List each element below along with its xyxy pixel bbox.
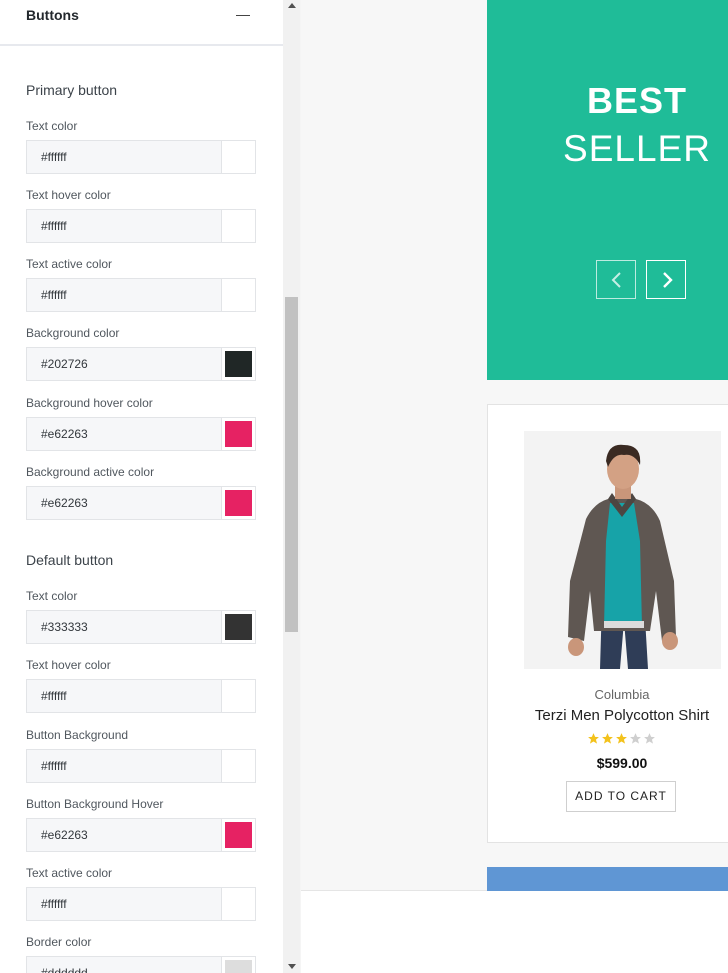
field-label: Text hover color <box>26 658 111 672</box>
product-price: $599.00 <box>596 755 648 771</box>
color-field: #ffffff <box>26 278 256 312</box>
color-field: #333333 <box>26 610 256 644</box>
color-input[interactable]: #333333 <box>26 610 222 644</box>
carousel-prev-button[interactable] <box>596 260 636 299</box>
color-field: #ffffff <box>26 749 256 783</box>
color-field: #ffffff <box>26 679 256 713</box>
field-label: Border color <box>26 935 92 949</box>
section-title: Buttons <box>26 7 79 23</box>
settings-panel: Buttons Primary button Text color #fffff… <box>0 0 283 973</box>
scroll-down-arrow-icon[interactable] <box>288 964 296 969</box>
color-field: #ffffff <box>26 887 256 921</box>
color-swatch-button[interactable] <box>221 347 256 381</box>
color-swatch-button[interactable] <box>221 417 256 451</box>
color-chip <box>225 960 252 973</box>
color-field: #ffffff <box>26 140 256 174</box>
color-chip <box>225 614 252 640</box>
color-chip <box>225 213 252 239</box>
field-label: Button Background <box>26 728 129 742</box>
section-header[interactable]: Buttons <box>0 0 283 46</box>
product-brand[interactable]: Columbia <box>488 687 728 702</box>
banner-subheading: SELLER <box>563 128 711 169</box>
color-input[interactable]: #e62263 <box>26 486 222 520</box>
color-input[interactable]: #ffffff <box>26 278 222 312</box>
color-swatch-button[interactable] <box>221 610 256 644</box>
scroll-up-arrow-icon[interactable] <box>288 3 296 8</box>
color-chip <box>225 822 252 848</box>
color-swatch-button[interactable] <box>221 749 256 783</box>
star-icon <box>616 733 627 744</box>
product-image[interactable] <box>524 431 721 669</box>
color-chip <box>225 351 252 377</box>
scroll-thumb[interactable] <box>285 297 298 632</box>
color-field: #e62263 <box>26 818 256 852</box>
carousel-next-button[interactable] <box>646 260 686 299</box>
color-field: #e62263 <box>26 417 256 451</box>
field-label: Background hover color <box>26 396 153 410</box>
color-chip <box>225 282 252 308</box>
color-swatch-button[interactable] <box>221 486 256 520</box>
color-input[interactable]: #202726 <box>26 347 222 381</box>
color-input[interactable]: #ffffff <box>26 140 222 174</box>
color-field: #202726 <box>26 347 256 381</box>
next-banner-block <box>487 867 728 891</box>
add-to-cart-button[interactable]: ADD TO CART <box>566 781 676 812</box>
star-icon <box>588 733 599 744</box>
field-label: Text color <box>26 119 78 133</box>
banner-heading: BEST <box>586 80 687 121</box>
live-preview: BEST SELLER Columbia Terzi Men Polycotto… <box>301 0 728 973</box>
group-title-primary: Primary button <box>26 82 118 98</box>
field-label: Text color <box>26 589 78 603</box>
star-icon <box>602 733 613 744</box>
panel-scrollbar[interactable] <box>283 0 300 973</box>
color-chip <box>225 144 252 170</box>
color-input[interactable]: #dddddd <box>26 956 222 973</box>
star-icon <box>630 733 641 744</box>
field-label: Background color <box>26 326 120 340</box>
chevron-right-icon <box>663 272 673 288</box>
color-input[interactable]: #ffffff <box>26 209 222 243</box>
color-swatch-button[interactable] <box>221 209 256 243</box>
product-photo <box>524 431 721 669</box>
chevron-left-icon <box>611 272 621 288</box>
color-chip <box>225 490 252 516</box>
color-chip <box>225 891 252 917</box>
rating-stars <box>587 732 657 746</box>
color-input[interactable]: #ffffff <box>26 749 222 783</box>
field-label: Background active color <box>26 465 155 479</box>
color-chip <box>225 421 252 447</box>
color-input[interactable]: #ffffff <box>26 679 222 713</box>
group-title-default: Default button <box>26 552 114 568</box>
color-swatch-button[interactable] <box>221 140 256 174</box>
color-swatch-button[interactable] <box>221 818 256 852</box>
color-chip <box>225 753 252 779</box>
color-swatch-button[interactable] <box>221 887 256 921</box>
color-swatch-button[interactable] <box>221 278 256 312</box>
color-input[interactable]: #ffffff <box>26 887 222 921</box>
product-name[interactable]: Terzi Men Polycotton Shirt <box>488 707 728 724</box>
color-swatch-button[interactable] <box>221 956 256 973</box>
color-field: #dddddd <box>26 956 256 973</box>
field-label: Text hover color <box>26 188 111 202</box>
color-swatch-button[interactable] <box>221 679 256 713</box>
color-input[interactable]: #e62263 <box>26 818 222 852</box>
product-card: Columbia Terzi Men Polycotton Shirt $599… <box>487 404 728 843</box>
collapse-icon[interactable] <box>236 15 250 16</box>
color-field: #ffffff <box>26 209 256 243</box>
color-field: #e62263 <box>26 486 256 520</box>
field-label: Button Background Hover <box>26 797 164 811</box>
field-label: Text active color <box>26 257 113 271</box>
best-seller-banner: BEST SELLER <box>487 0 728 380</box>
color-input[interactable]: #e62263 <box>26 417 222 451</box>
color-chip <box>225 683 252 709</box>
field-label: Text active color <box>26 866 113 880</box>
star-icon <box>644 733 655 744</box>
preview-footer-area <box>301 890 728 973</box>
